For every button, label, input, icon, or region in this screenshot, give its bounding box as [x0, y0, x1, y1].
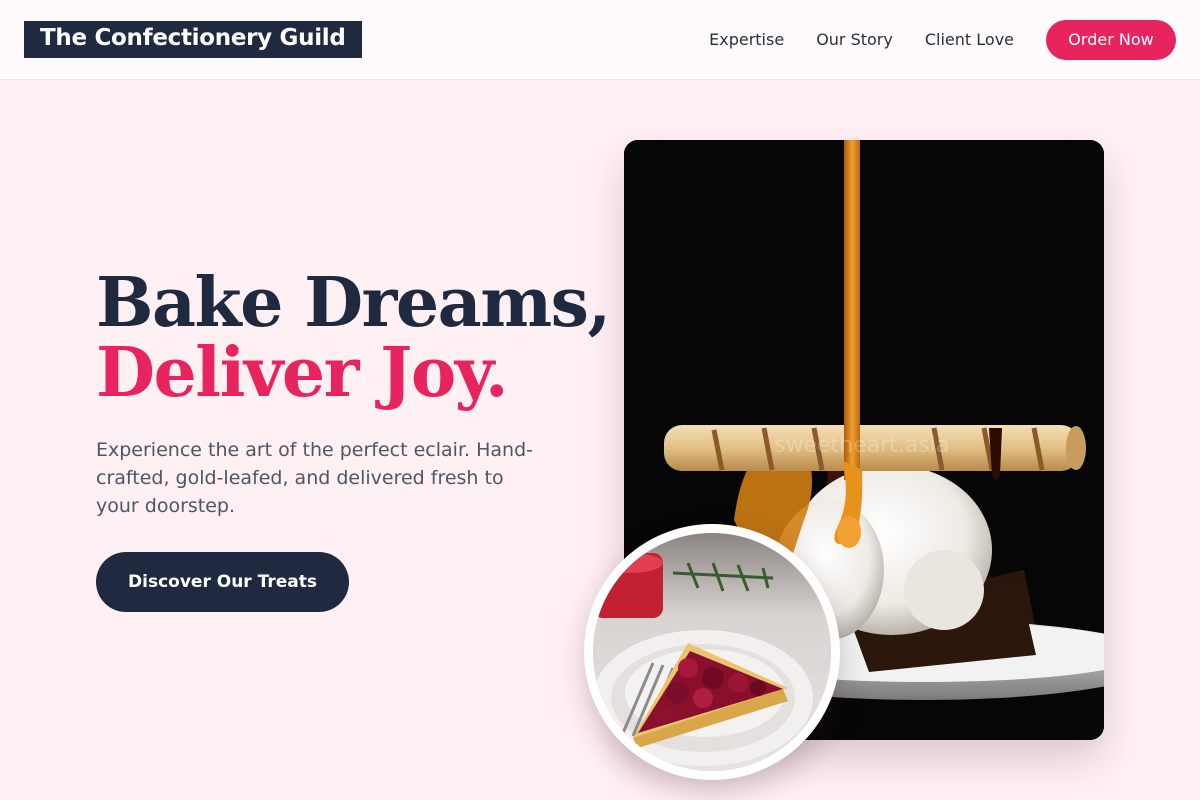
- headline-line-1: Bake Dreams,: [96, 263, 611, 343]
- image-watermark: sweetheart.asia: [774, 433, 949, 458]
- hero-subtext: Experience the art of the perfect eclair…: [96, 439, 533, 517]
- headline-line-2: Deliver Joy.: [96, 333, 509, 413]
- cherry-tart-photo: [593, 533, 831, 771]
- cherry-tart-image: [584, 524, 840, 780]
- hero-headline: Bake Dreams, Deliver Joy.: [96, 263, 611, 413]
- order-now-button[interactable]: Order Now: [1046, 19, 1176, 60]
- discover-treats-button[interactable]: Discover Our Treats: [96, 552, 349, 612]
- nav-link-client-love[interactable]: Client Love: [925, 30, 1014, 49]
- nav-link-expertise[interactable]: Expertise: [709, 30, 784, 49]
- main-nav: Expertise Our Story Client Love Order No…: [709, 19, 1176, 60]
- brand-logo[interactable]: The Confectionery Guild: [24, 21, 362, 58]
- nav-link-our-story[interactable]: Our Story: [816, 30, 893, 49]
- site-header: The Confectionery Guild Expertise Our St…: [0, 0, 1200, 80]
